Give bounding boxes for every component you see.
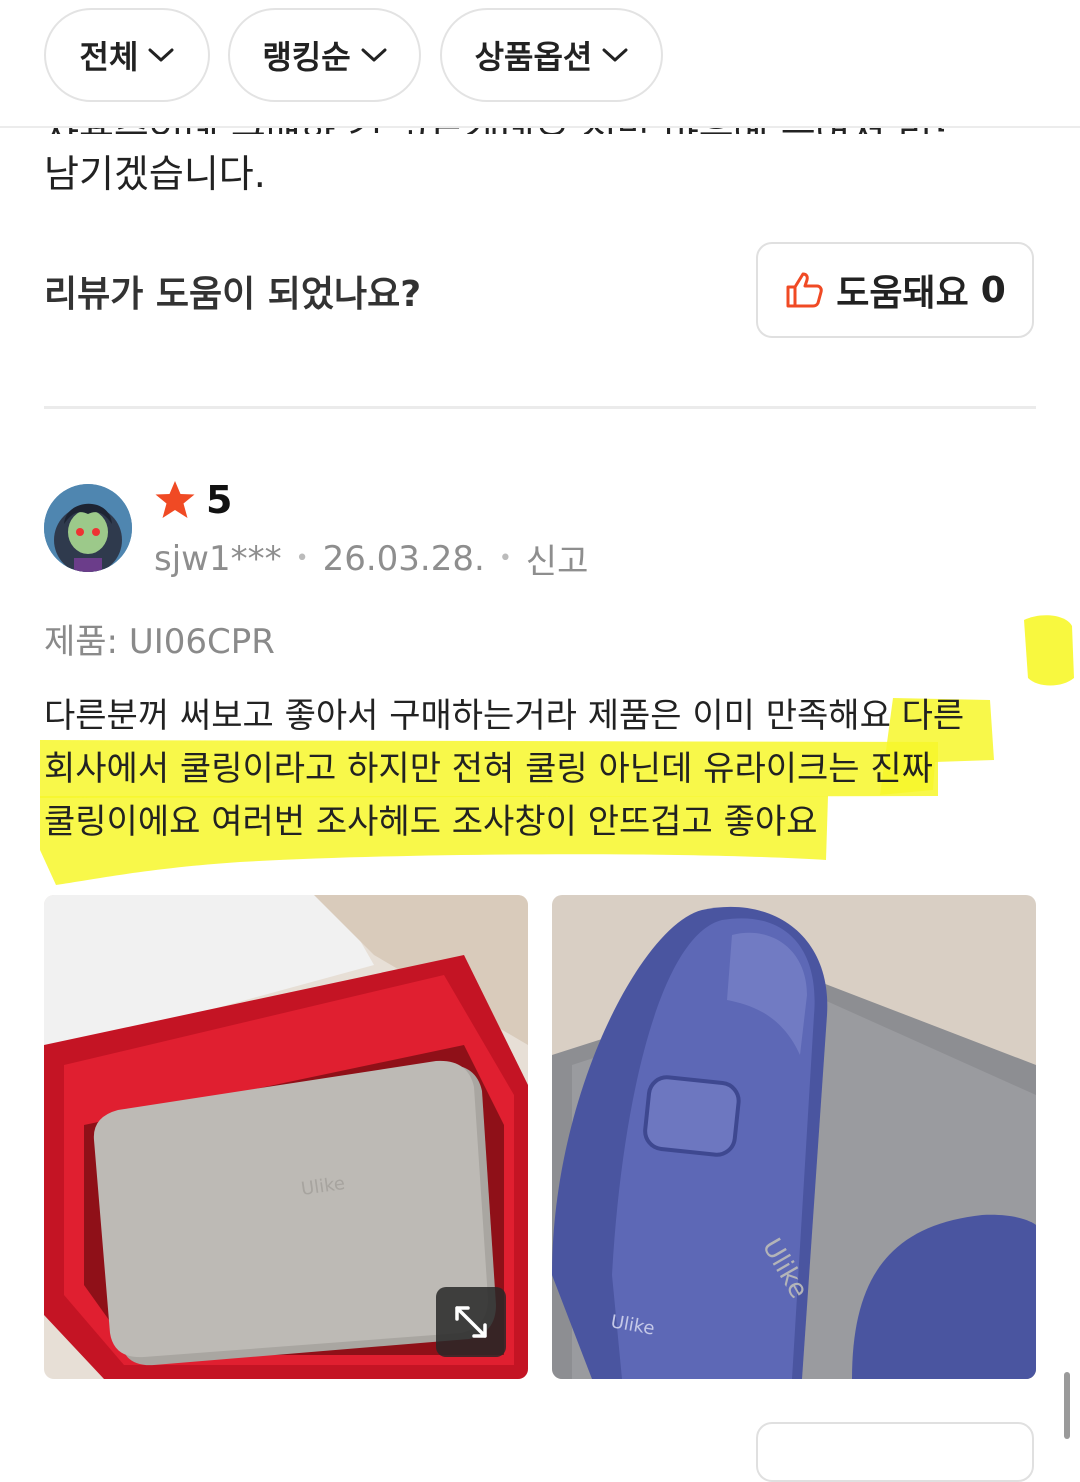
- review-line: 쿨링이에요 여러번 조사헤도 조사창이 안뜨겁고 좋아요: [44, 802, 818, 842]
- filter-all-dropdown[interactable]: 전체: [44, 8, 210, 102]
- chevron-down-icon: [602, 48, 628, 62]
- next-helpful-button[interactable]: [756, 1422, 1034, 1482]
- filter-option-label: 상품옵션: [474, 38, 593, 76]
- chevron-down-icon: [148, 48, 174, 62]
- filter-all-label: 전체: [79, 38, 139, 76]
- review-line: 회사에서 쿨링이라고 하지만 전혀 쿨링 아닌데 유라이크는 진짜: [44, 749, 933, 789]
- expand-icon: [455, 1306, 487, 1338]
- filter-ranking-dropdown[interactable]: 랭킹순: [228, 8, 421, 102]
- chevron-down-icon: [361, 48, 387, 62]
- filter-ranking-label: 랭킹순: [262, 38, 351, 76]
- expand-photo-button[interactable]: [436, 1287, 506, 1357]
- review-line: 다른분꺼 써보고 좋아서 구매하는거라 제품은 이미 만족해요 다른: [44, 696, 965, 736]
- scrollbar[interactable]: [1064, 1372, 1070, 1439]
- review-photo-2[interactable]: Ulike Ulike: [552, 895, 1036, 1379]
- review-body: 다른분꺼 써보고 좋아서 구매하는거라 제품은 이미 만족해요 다른 회사에서 …: [44, 690, 1036, 849]
- filter-option-dropdown[interactable]: 상품옵션: [440, 8, 663, 102]
- review-photo-1[interactable]: Ulike: [44, 895, 528, 1379]
- filter-bar: 전체 랭킹순 상품옵션: [0, 0, 1080, 128]
